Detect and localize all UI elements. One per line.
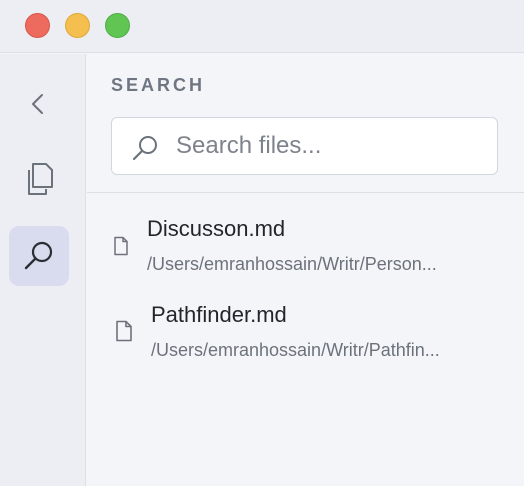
minimize-window-button[interactable] — [65, 13, 90, 38]
panel-heading: SEARCH — [111, 75, 206, 95]
copy-files-icon — [28, 163, 53, 195]
result-path: /Users/emranhossain/Writr/Pathfin... — [151, 340, 440, 360]
search-box[interactable] — [111, 117, 498, 175]
search-result-item[interactable]: Pathfinder.md /Users/emranhossain/Writr/… — [87, 296, 524, 376]
close-window-button[interactable] — [25, 13, 50, 38]
search-panel: SEARCH Discusson.md /Users/emranhossain/… — [87, 54, 524, 486]
result-path: /Users/emranhossain/Writr/Person... — [147, 254, 437, 274]
sidebar-rail — [0, 54, 86, 486]
files-button[interactable] — [9, 149, 69, 209]
search-input[interactable] — [176, 118, 486, 174]
maximize-window-button[interactable] — [105, 13, 130, 38]
result-title: Discusson.md — [147, 216, 286, 241]
file-icon — [116, 320, 132, 342]
result-title: Pathfinder.md — [151, 302, 287, 327]
file-icon — [114, 236, 128, 256]
divider — [87, 192, 524, 193]
search-result-item[interactable]: Discusson.md /Users/emranhossain/Writr/P… — [87, 210, 524, 290]
search-nav-button[interactable] — [9, 226, 69, 286]
search-icon — [24, 241, 53, 270]
title-bar — [0, 0, 524, 53]
chevron-left-icon — [32, 94, 43, 114]
search-icon — [132, 136, 157, 161]
back-button[interactable] — [9, 74, 69, 134]
